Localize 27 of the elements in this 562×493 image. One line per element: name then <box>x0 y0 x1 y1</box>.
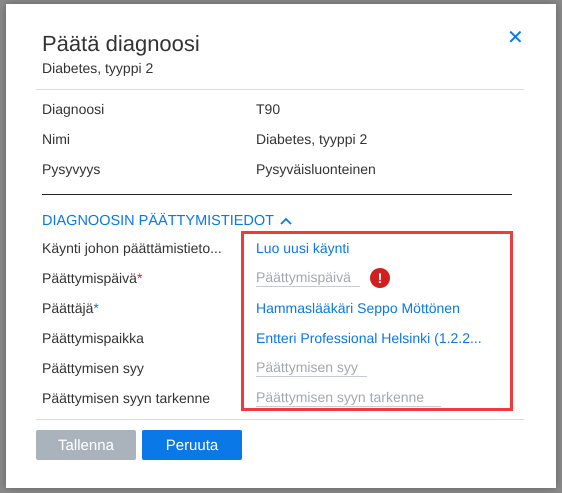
field-label: Päättymispäivä <box>42 270 137 286</box>
detail-label: Diagnoosi <box>42 101 106 117</box>
detail-value: T90 <box>256 101 282 117</box>
detail-label: Nimi <box>42 131 71 147</box>
dialog-button[interactable]: Peruuta <box>142 430 242 460</box>
field-link[interactable]: Hammaslääkäri Seppo Möttönen <box>256 300 460 316</box>
chevron-icon[interactable] <box>280 217 292 225</box>
input-field[interactable]: Päättymisen syyn tarkenne <box>256 389 441 407</box>
field-label: Käynti johon päättämistieto... <box>42 240 223 256</box>
detail-label: Pysyvyys <box>42 161 102 177</box>
input-field[interactable]: Päättymispäivä <box>256 269 360 287</box>
field-link[interactable]: Luo uusi käynti <box>256 240 350 256</box>
field-label: Päättäjä <box>42 300 94 316</box>
error-icon: ! <box>370 268 390 288</box>
detail-value: Diabetes, tyyppi 2 <box>256 131 368 147</box>
dialog-title: Päätä diagnoosi <box>42 30 200 58</box>
field-label: Päättymispaikka <box>42 330 145 346</box>
field-label: Päättymisen syy <box>42 360 145 376</box>
required-mark: * <box>93 300 99 316</box>
dialog-subtitle: Diabetes, tyyppi 2 <box>42 60 154 76</box>
input-field[interactable]: Päättymisen syy <box>256 359 367 377</box>
required-mark: * <box>136 270 142 286</box>
field-link[interactable]: Entteri Professional Helsinki (1.2.2... <box>256 330 482 346</box>
detail-value: Pysyväisluonteinen <box>256 161 377 177</box>
close-button[interactable]: ✕ <box>507 26 524 50</box>
section-toggle[interactable]: DIAGNOOSIN PÄÄTTYMISTIEDOT <box>42 213 274 229</box>
field-label: Päättymisen syyn tarkenne <box>42 390 212 406</box>
